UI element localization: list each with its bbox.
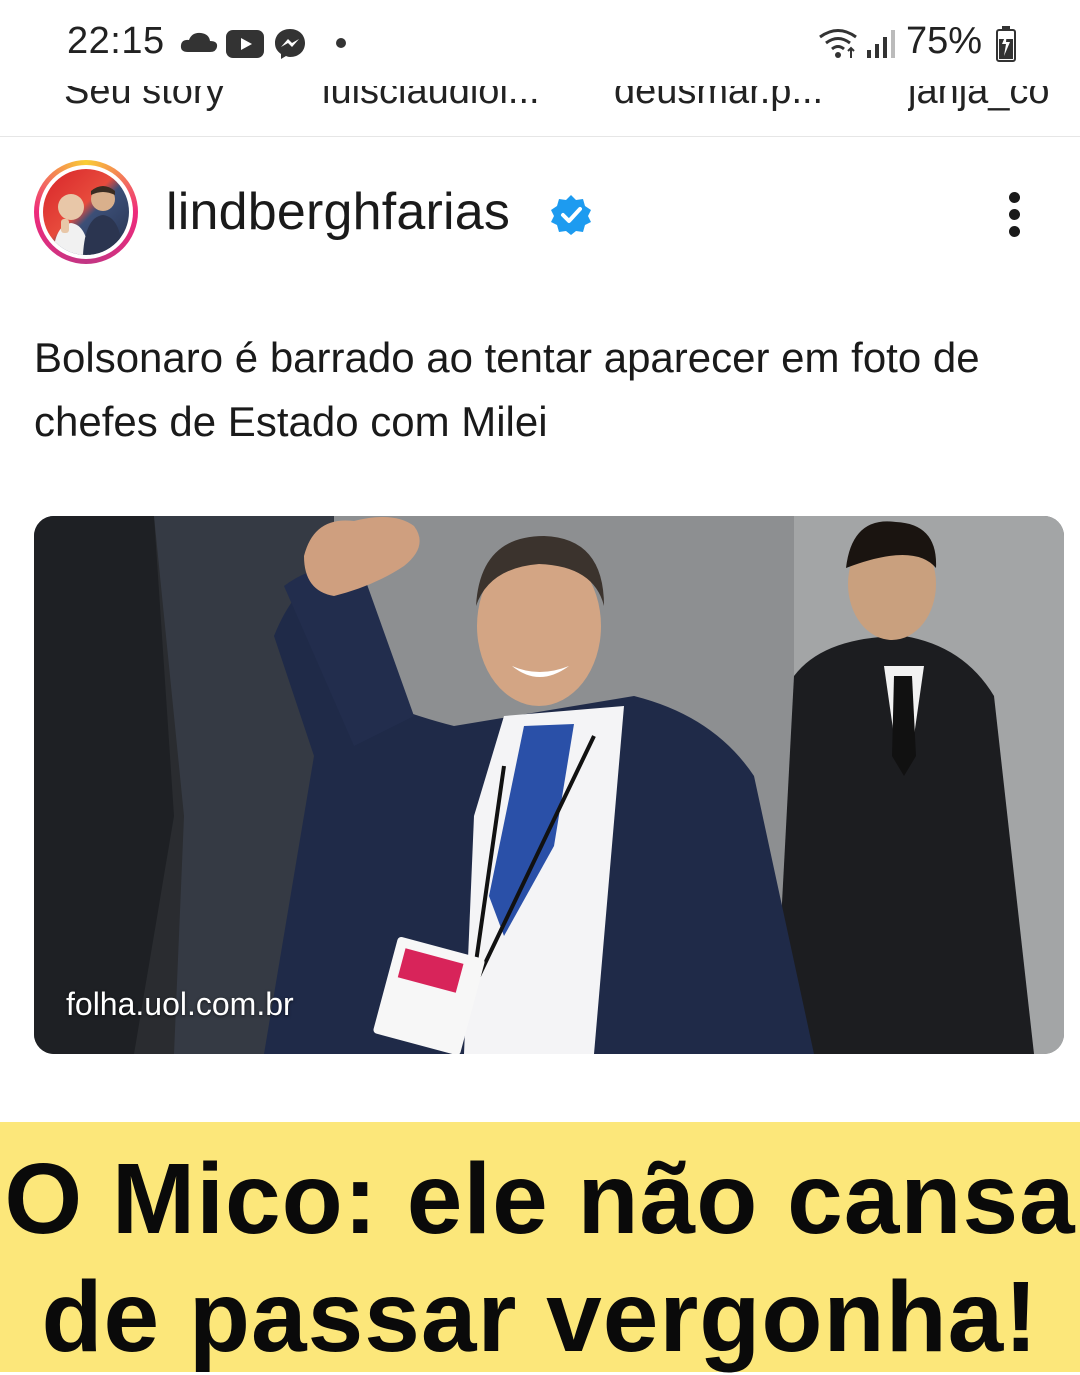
more-options-icon[interactable]	[990, 186, 1038, 242]
story-label-own[interactable]: Seu story	[64, 86, 304, 113]
post-headline: Bolsonaro é barrado ao tentar aparecer e…	[34, 334, 980, 445]
article-photo	[34, 516, 1064, 1054]
post-username[interactable]: lindberghfarias	[166, 182, 510, 242]
banner-line-1: O Mico: ele não cansa	[4, 1143, 1076, 1255]
caption-banner: O Mico: ele não cansa de passar vergonha…	[0, 1122, 1080, 1373]
story-label[interactable]: janja_co	[908, 86, 1080, 113]
link-source: folha.uol.com.br	[66, 986, 294, 1022]
wifi-icon	[819, 29, 857, 58]
status-bar: 22:15 75%	[0, 0, 1080, 87]
stories-strip: Seu story luisclaudiol... deusmar.p... j…	[0, 86, 1080, 137]
signal-icon	[867, 30, 895, 58]
story-label[interactable]: luisclaudiol...	[322, 86, 562, 113]
youtube-icon	[226, 30, 264, 58]
avatar-photo	[43, 169, 129, 255]
messenger-icon	[275, 29, 305, 59]
dot-icon	[336, 38, 346, 48]
battery-percent: 75%	[906, 20, 983, 62]
verified-badge-icon	[551, 195, 591, 235]
link-preview-card[interactable]: folha.uol.com.br	[34, 516, 1064, 1054]
banner-line-2: de passar vergonha!	[41, 1261, 1039, 1373]
cloud-icon	[180, 32, 218, 52]
story-label[interactable]: deusmar.p...	[614, 86, 854, 113]
clock: 22:15	[67, 20, 165, 62]
profile-avatar[interactable]	[34, 160, 138, 264]
battery-icon	[996, 26, 1016, 62]
